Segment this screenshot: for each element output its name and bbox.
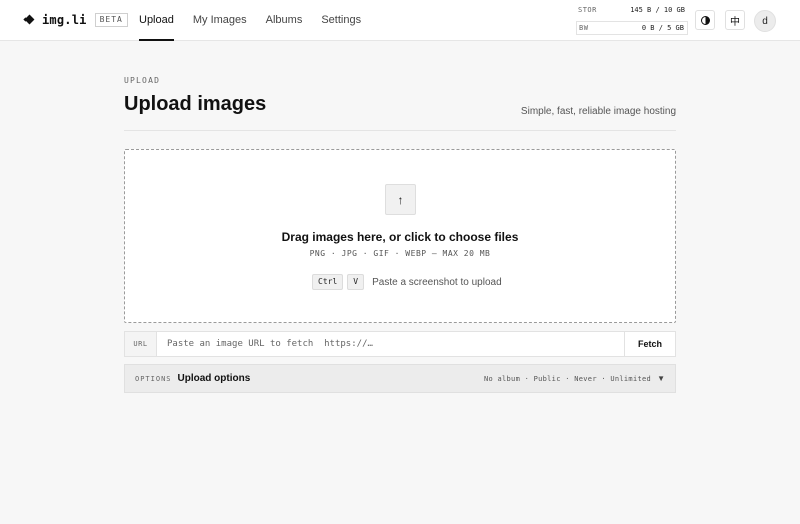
url-fetch-row: URL Fetch xyxy=(124,331,676,357)
chevron-down-icon: ▼ xyxy=(657,374,665,383)
upload-dropzone[interactable]: ↑ Drag images here, or click to choose f… xyxy=(124,149,676,323)
main-nav: Upload My Images Albums Settings xyxy=(139,0,380,41)
nav-settings[interactable]: Settings xyxy=(321,0,361,41)
nav-upload[interactable]: Upload xyxy=(139,0,174,41)
brand-name: img.li xyxy=(42,13,87,27)
v-key: V xyxy=(347,274,365,290)
avatar[interactable]: d xyxy=(754,10,776,32)
contrast-icon xyxy=(700,15,710,25)
page-title: Upload images xyxy=(124,93,267,115)
url-input[interactable] xyxy=(157,332,624,356)
nav-my-images[interactable]: My Images xyxy=(193,0,247,41)
options-summary: No album · Public · Never · Unlimited xyxy=(483,375,651,383)
dropzone-formats: PNG · JPG · GIF · WEBP — MAX 20 MB xyxy=(309,249,491,258)
quota-panel: STOR 145 B / 10 GB BW 0 B / 5 GB xyxy=(576,4,688,38)
language-button[interactable]: 中 xyxy=(725,10,745,30)
bandwidth-quota: BW 0 B / 5 GB xyxy=(576,21,688,35)
options-tag: OPTIONS xyxy=(135,374,172,383)
upload-arrow-icon: ↑ xyxy=(385,184,416,215)
url-label: URL xyxy=(125,332,157,356)
dropzone-title: Drag images here, or click to choose fil… xyxy=(281,230,519,244)
heading-divider xyxy=(124,130,676,131)
fetch-button[interactable]: Fetch xyxy=(624,332,675,356)
nav-albums[interactable]: Albums xyxy=(266,0,303,41)
theme-toggle-button[interactable] xyxy=(695,10,715,30)
upload-options-toggle[interactable]: OPTIONS Upload options No album · Public… xyxy=(124,364,676,393)
storage-quota: STOR 145 B / 10 GB xyxy=(576,4,688,18)
options-title: Upload options xyxy=(177,373,251,384)
page-eyebrow: UPLOAD xyxy=(124,76,161,85)
bandwidth-label: BW xyxy=(579,24,589,32)
ctrl-key: Ctrl xyxy=(312,274,344,290)
bandwidth-value: 0 B / 5 GB xyxy=(641,24,684,32)
storage-label: STOR xyxy=(578,6,597,14)
paste-hint: Ctrl V Paste a screenshot to upload xyxy=(312,274,502,290)
beta-badge: BETA xyxy=(94,13,128,27)
paste-hint-text: Paste a screenshot to upload xyxy=(372,276,502,288)
page-tagline: Simple, fast, reliable image hosting xyxy=(520,106,676,117)
logo-icon xyxy=(23,14,36,26)
brand[interactable]: img.li BETA xyxy=(23,13,128,27)
top-bar: img.li BETA Upload My Images Albums Sett… xyxy=(0,0,800,41)
storage-value: 145 B / 10 GB xyxy=(630,6,685,14)
